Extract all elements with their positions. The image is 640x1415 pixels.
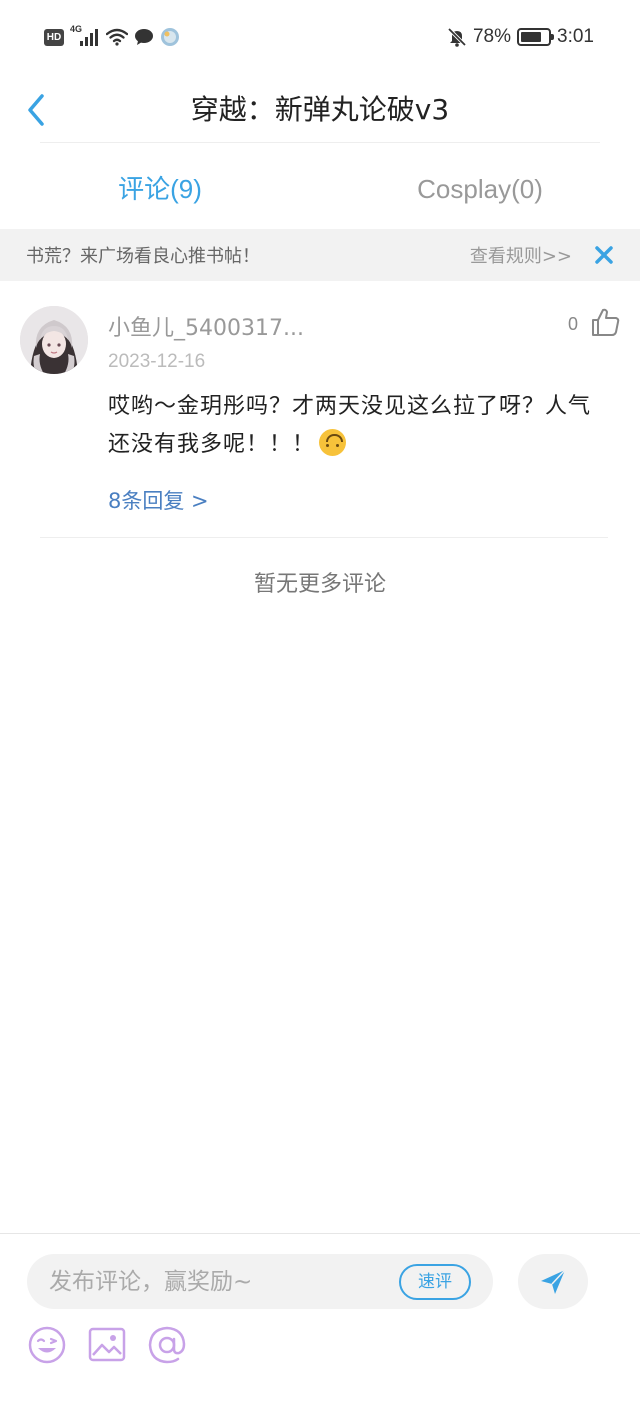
comment-item: 小鱼儿_5400317... 0 2023-12-16 哎哟～金玥彤吗？才两天没… [0,282,640,538]
back-button[interactable] [18,88,54,132]
hd-badge: HD [44,28,64,46]
tab-bar: 评论(9) Cosplay(0) [0,150,640,228]
thumbs-up-icon[interactable] [590,306,622,338]
battery-percent: 78% [472,26,512,47]
app-header: 穿越：新弹丸论破v3 [0,78,640,142]
status-bar: HD 4G 78% 3:01 [0,0,640,78]
app-notification-icon [161,28,179,46]
comment-input[interactable] [49,1254,389,1309]
upside-down-face-emoji-icon [319,429,347,456]
mention-button[interactable] [146,1324,188,1366]
tab-cosplay[interactable]: Cosplay(0) [320,150,640,228]
comment-input-box: 速评 [27,1254,493,1309]
comment-composer: 速评 [0,1233,640,1415]
comment-username[interactable]: 小鱼儿_5400317... [108,310,304,342]
battery-icon [517,28,555,46]
send-button[interactable] [518,1254,588,1309]
close-icon[interactable] [592,243,616,267]
comment-text: 哎哟～金玥彤吗？才两天没见这么拉了呀？人气还没有我多呢！！！ [108,394,592,457]
image-icon [88,1327,126,1362]
status-right: 78% 3:01 [447,26,594,48]
page-title: 穿越：新弹丸论破v3 [190,93,450,126]
header-divider [40,142,600,143]
clock: 3:01 [557,26,594,47]
notice-banner: 书荒？来广场看良心推书帖！ 查看规则>> [0,229,640,281]
composer-tools [26,1324,188,1366]
chevron-left-icon [28,94,44,126]
cellular-signal-icon: 4G [70,24,100,48]
view-replies-link[interactable]: 8条回复 > [108,485,209,515]
smile-wink-icon [28,1326,66,1364]
wifi-icon [106,28,128,46]
quick-review-button[interactable]: 速评 [399,1264,471,1300]
emoji-button[interactable] [26,1324,68,1366]
avatar[interactable] [20,306,88,374]
view-rules-link[interactable]: 查看规则>> [470,242,572,268]
comment-date: 2023-12-16 [108,351,206,372]
tab-comments[interactable]: 评论(9) [0,150,320,228]
message-icon [135,29,153,45]
paper-plane-icon [541,1268,566,1294]
image-button[interactable] [86,1324,128,1366]
mute-bell-icon [447,27,467,47]
like-count: 0 [567,314,578,334]
notice-text[interactable]: 书荒？来广场看良心推书帖！ [26,242,260,268]
no-more-comments: 暂无更多评论 [253,572,386,597]
comment-body: 哎哟～金玥彤吗？才两天没见这么拉了呀？人气还没有我多呢！！！ [108,388,608,464]
status-left: HD 4G [44,24,180,48]
at-sign-icon [148,1326,186,1364]
comment-divider [40,537,608,538]
